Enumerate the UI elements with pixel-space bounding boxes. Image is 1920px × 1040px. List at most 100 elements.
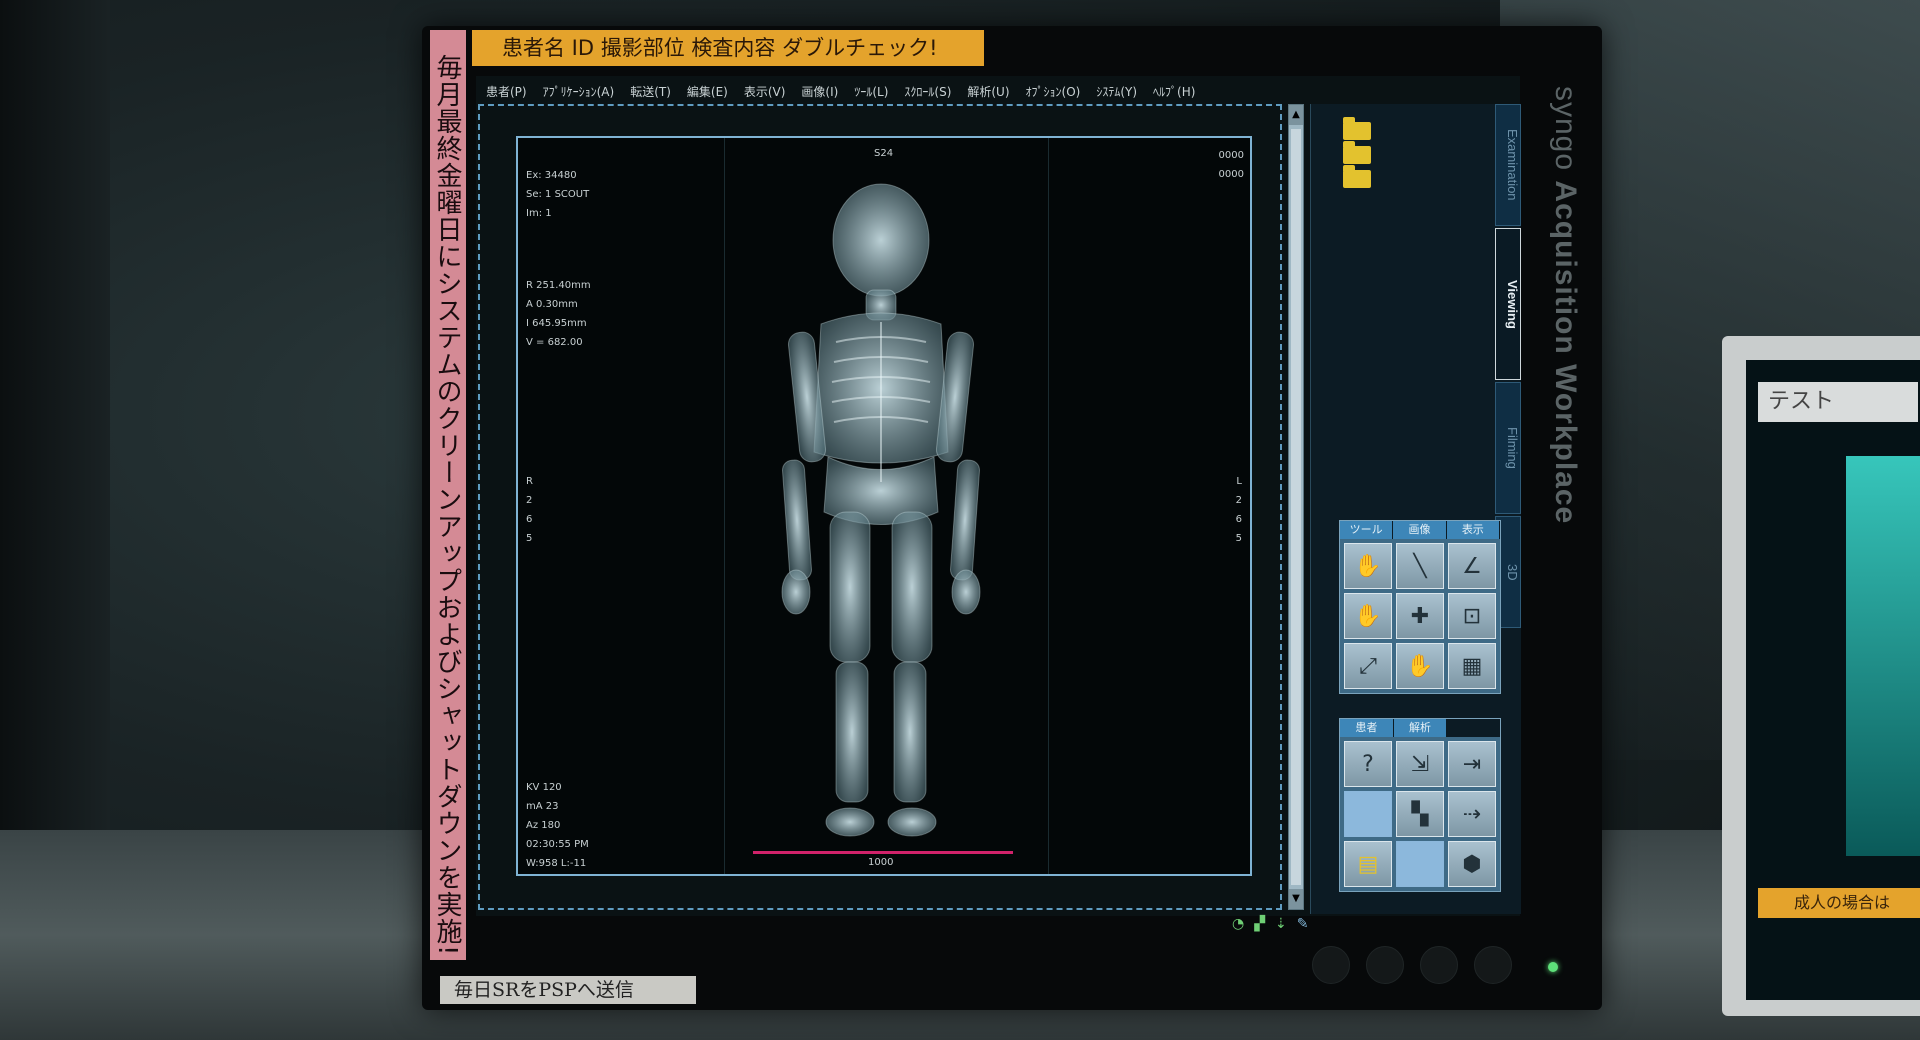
image-viewport[interactable]: S24 0000 0000 Ex: 34480 Se: 1 SCOUT Im: … <box>516 136 1252 876</box>
patient-palette: 患者 解析 ? ⇲ ⇥ ▚ ⇢ ▤ ⬢ <box>1339 718 1501 892</box>
tech-window-level: W:958 L:-11 <box>526 858 587 869</box>
overlay-top-left: Ex: 34480 Se: 1 SCOUT Im: 1 <box>526 166 589 223</box>
menu-item-help[interactable]: ﾍﾙﾌﾟ(H) <box>1153 80 1195 104</box>
overlay-orientation-right: L 2 6 5 <box>1236 472 1242 548</box>
tool-tab-image[interactable]: 画像 <box>1393 521 1447 539</box>
orient-right-3: 6 <box>1235 514 1242 525</box>
menu-item-analysis[interactable]: 解析(U) <box>967 80 1009 104</box>
orient-left-1: R <box>526 476 533 487</box>
secondary-monitor: テスト 成人の場合は <box>1722 336 1920 1016</box>
orient-left-4: 5 <box>526 533 533 544</box>
tech-time: 02:30:55 PM <box>526 839 589 850</box>
grid-layout-icon[interactable]: ▦ <box>1448 643 1496 689</box>
patient-browse-icon[interactable]: ⇲ <box>1396 741 1444 787</box>
pen-icon[interactable]: ✎ <box>1297 916 1309 932</box>
brand-acquisition-workplace: Acquisition Workplace <box>1549 180 1582 525</box>
crosshair-tool-icon[interactable]: ✚ <box>1396 593 1444 639</box>
transfer-icon[interactable]: ⇥ <box>1448 741 1496 787</box>
menu-item-transfer[interactable]: 転送(T) <box>630 80 671 104</box>
tab-examination[interactable]: Examination <box>1495 104 1521 226</box>
orient-right-2: 2 <box>1235 495 1242 506</box>
layout-transfer-icon[interactable]: ⇢ <box>1448 791 1496 837</box>
tool-tab-tools[interactable]: ツール <box>1340 521 1394 539</box>
palette-header-spacer <box>1447 719 1501 737</box>
brand-syngo: syngo <box>1549 86 1582 172</box>
analysis-tab[interactable]: 解析 <box>1393 719 1448 737</box>
patient-folder-icon[interactable]: ▤ <box>1344 841 1392 887</box>
folder-icon[interactable] <box>1343 141 1371 164</box>
orient-right-4: 5 <box>1235 533 1242 544</box>
folder-icon[interactable] <box>1343 165 1371 188</box>
menu-item-scroll[interactable]: ｽｸﾛｰﾙ(S) <box>904 80 951 104</box>
monitor-brand: syngo Acquisition Workplace <box>1548 86 1582 524</box>
roi-tool-icon[interactable]: ✋ <box>1396 643 1444 689</box>
menu-item-edit[interactable]: 編集(E) <box>687 80 728 104</box>
viewport-column-line <box>724 138 725 874</box>
tab-filming[interactable]: Filming <box>1495 382 1521 514</box>
tab-viewing[interactable]: Viewing <box>1495 228 1521 380</box>
geometry-r: R 251.40mm <box>526 280 591 291</box>
tool-palette-header: ツール 画像 表示 <box>1340 521 1500 539</box>
clock-icon[interactable]: ◔ <box>1232 916 1244 932</box>
patient-palette-header: 患者 解析 <box>1340 719 1501 737</box>
tech-az: Az 180 <box>526 820 561 831</box>
monitor-button[interactable] <box>1420 946 1458 984</box>
viewer-scrollbar[interactable]: ▲ ▼ <box>1288 104 1304 910</box>
zoom-tool-icon[interactable]: ⊡ <box>1448 593 1496 639</box>
patient-tab[interactable]: 患者 <box>1340 719 1394 737</box>
counter-1: 0000 <box>1218 150 1244 161</box>
test-label: テスト <box>1758 382 1918 422</box>
menu-item-options[interactable]: ｵﾌﾟｼｮﾝ(O) <box>1026 80 1081 104</box>
orient-left-3: 6 <box>526 514 533 525</box>
monitor-button[interactable] <box>1474 946 1512 984</box>
tech-ma: mA 23 <box>526 801 559 812</box>
scroll-down-icon[interactable]: ▼ <box>1289 889 1303 909</box>
tool-tab-display[interactable]: 表示 <box>1446 521 1500 539</box>
geometry-i: I 645.95mm <box>526 318 587 329</box>
overlay-orientation-left: R 2 6 5 <box>526 472 533 548</box>
menu-item-system[interactable]: ｼｽﾃﾑ(Y) <box>1096 80 1137 104</box>
pointer-tool-icon[interactable]: ✋ <box>1344 543 1392 589</box>
secondary-sticky-note: 成人の場合は <box>1758 888 1920 918</box>
viewer-frame: S24 0000 0000 Ex: 34480 Se: 1 SCOUT Im: … <box>478 104 1282 910</box>
network-icon[interactable]: ▞ <box>1254 916 1265 932</box>
distance-tool-icon[interactable]: ╲ <box>1396 543 1444 589</box>
patient-query-icon[interactable]: ? <box>1344 741 1392 787</box>
menu-item-application[interactable]: ｱﾌﾟﾘｹｰｼｮﾝ(A) <box>543 80 615 104</box>
status-tray: ◔ ▞ ⇣ ✎ <box>1232 916 1308 932</box>
overlay-geometry: R 251.40mm A 0.30mm I 645.95mm V = 682.0… <box>526 276 591 352</box>
pan-tool-icon[interactable]: ⤢ <box>1344 643 1392 689</box>
monitor-buttons <box>1312 946 1512 984</box>
menu-item-view[interactable]: 表示(V) <box>744 80 786 104</box>
monitor-button[interactable] <box>1312 946 1350 984</box>
folder-open-icon[interactable] <box>1343 117 1371 140</box>
menu-bar: 患者(P) ｱﾌﾟﾘｹｰｼｮﾝ(A) 転送(T) 編集(E) 表示(V) 画像(… <box>486 80 1195 104</box>
scroll-up-icon[interactable]: ▲ <box>1289 105 1303 125</box>
checker-pattern-icon[interactable]: ▚ <box>1396 791 1444 837</box>
right-panel: Examination Viewing Filming 3D ツール 画像 表示… <box>1310 104 1521 914</box>
sticky-note-bottom: 毎日SRをPSPへ送信 <box>440 976 696 1004</box>
3d-cube-icon[interactable]: ⬢ <box>1448 841 1496 887</box>
sticky-note-side: 毎月最終金曜日にシステムのクリーンアップおよびシャットダウンを実施! <box>430 30 466 960</box>
menu-item-image[interactable]: 画像(I) <box>801 80 838 104</box>
overlay-technique: KV 120 mA 23 Az 180 02:30:55 PM W:958 L:… <box>526 778 589 873</box>
series-label: Se: 1 SCOUT <box>526 189 590 200</box>
sticky-note-top: 患者名 ID 撮影部位 検査内容 ダブルチェック! <box>472 30 984 66</box>
secondary-screen-content <box>1846 456 1920 856</box>
scrollbar-thumb[interactable] <box>1291 129 1301 885</box>
monitor-button[interactable] <box>1366 946 1404 984</box>
angle-tool-icon[interactable]: ∠ <box>1448 543 1496 589</box>
orient-right-1: L <box>1236 476 1242 487</box>
counter-2: 0000 <box>1218 169 1244 180</box>
patient-buttons: ? ⇲ ⇥ ▚ ⇢ ▤ ⬢ <box>1340 737 1500 891</box>
series-number: S24 <box>874 148 894 159</box>
exam-number: Ex: 34480 <box>526 170 577 181</box>
overlay-scale-label: 1000 <box>868 853 893 872</box>
xray-skeleton-image <box>781 183 981 837</box>
menu-item-tools[interactable]: ﾂｰﾙ(L) <box>854 80 888 104</box>
folder-stack <box>1343 117 1371 194</box>
menu-item-patient[interactable]: 患者(P) <box>486 80 527 104</box>
transfer-status-icon[interactable]: ⇣ <box>1275 916 1287 932</box>
empty-slot <box>1396 841 1444 887</box>
window-level-tool-icon[interactable]: ✋ <box>1344 593 1392 639</box>
